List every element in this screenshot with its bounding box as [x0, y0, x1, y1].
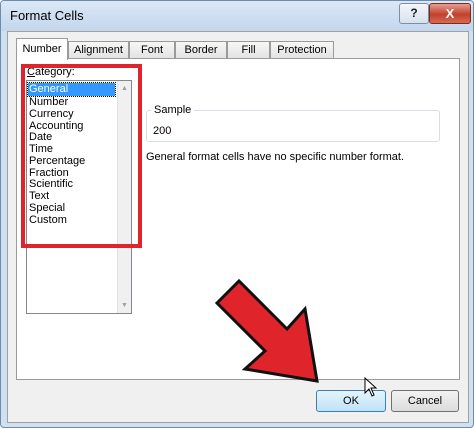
sample-value: 200: [153, 125, 172, 137]
red-arrow-icon: [214, 278, 319, 383]
dialog-title: Format Cells: [10, 8, 84, 23]
format-description: General format cells have no specific nu…: [146, 151, 405, 163]
mouse-cursor-icon: [364, 377, 378, 397]
category-highlight-box: [21, 64, 142, 248]
close-button[interactable]: X: [429, 3, 471, 24]
format-cells-dialog: Format Cells ? X Number Alignment Font B…: [0, 0, 474, 428]
tab-font[interactable]: Font: [129, 41, 175, 58]
tab-alignment[interactable]: Alignment: [68, 41, 129, 58]
title-bar[interactable]: Format Cells ? X: [1, 1, 473, 31]
sample-title: Sample: [151, 104, 195, 116]
tab-fill[interactable]: Fill: [227, 41, 270, 58]
scroll-down-icon[interactable]: ▼: [121, 302, 128, 309]
help-button[interactable]: ?: [399, 3, 429, 24]
tab-protection[interactable]: Protection: [270, 41, 334, 58]
tab-border[interactable]: Border: [175, 41, 227, 58]
cancel-button[interactable]: Cancel: [391, 390, 459, 412]
tab-number[interactable]: Number: [16, 38, 68, 60]
